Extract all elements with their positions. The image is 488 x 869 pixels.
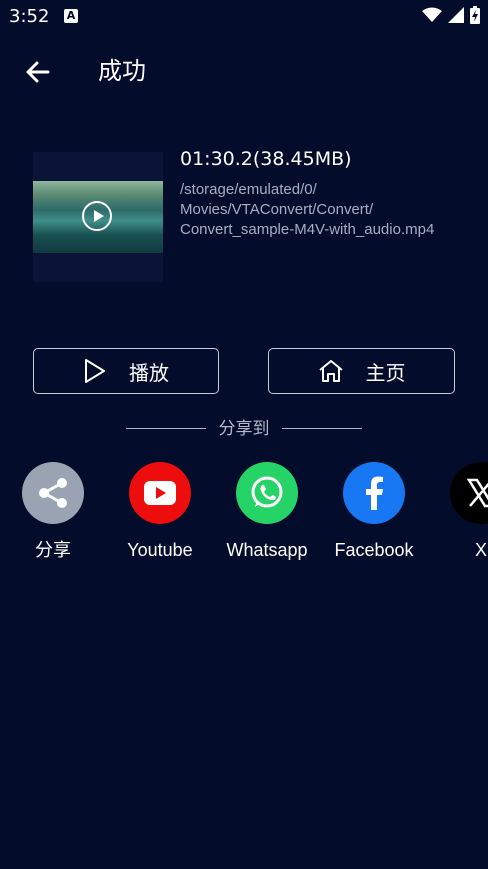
play-button[interactable]: 播放 [33, 348, 219, 394]
share-item-generic[interactable]: 分享 [0, 462, 108, 572]
file-path: /storage/emulated/0/ Movies/VTAConvert/C… [180, 181, 435, 238]
facebook-icon [343, 462, 405, 524]
notification-icon: A [64, 9, 78, 23]
page-title: 成功 [98, 57, 146, 85]
status-icons [422, 6, 480, 24]
home-icon [318, 360, 343, 382]
x-icon [450, 462, 488, 524]
arrow-left-icon [26, 61, 50, 83]
share-item-label: X [474, 540, 487, 560]
share-item-x[interactable]: X [426, 462, 488, 572]
share-item-youtube[interactable]: Youtube [105, 462, 215, 572]
play-icon [85, 359, 105, 383]
share-item-facebook[interactable]: Facebook [319, 462, 429, 572]
youtube-icon [129, 462, 191, 524]
play-button-label: 播放 [129, 360, 169, 385]
share-item-whatsapp[interactable]: Whatsapp [212, 462, 322, 572]
thumbnail-image [33, 181, 163, 253]
share-item-label: Whatsapp [226, 540, 308, 560]
share-icon [22, 462, 84, 524]
share-item-label: 分享 [35, 540, 71, 560]
back-button[interactable] [20, 54, 56, 90]
app-bar: 成功 [0, 40, 488, 104]
status-bar: 3:52 A [0, 0, 488, 34]
whatsapp-icon [236, 462, 298, 524]
wifi-icon [422, 7, 442, 22]
share-item-label: Youtube [127, 540, 193, 560]
share-title: 分享到 [218, 419, 270, 439]
home-button-label: 主页 [365, 360, 406, 385]
battery-icon [470, 6, 480, 24]
video-thumbnail[interactable] [33, 152, 163, 282]
play-overlay-icon[interactable] [82, 201, 112, 231]
share-item-label: Facebook [334, 540, 414, 560]
file-duration-size: 01:30.2(38.45MB) [180, 148, 352, 170]
home-button[interactable]: 主页 [268, 348, 455, 394]
signal-icon [448, 7, 464, 23]
status-time: 3:52 [9, 6, 50, 27]
share-divider: 分享到 [126, 418, 362, 440]
